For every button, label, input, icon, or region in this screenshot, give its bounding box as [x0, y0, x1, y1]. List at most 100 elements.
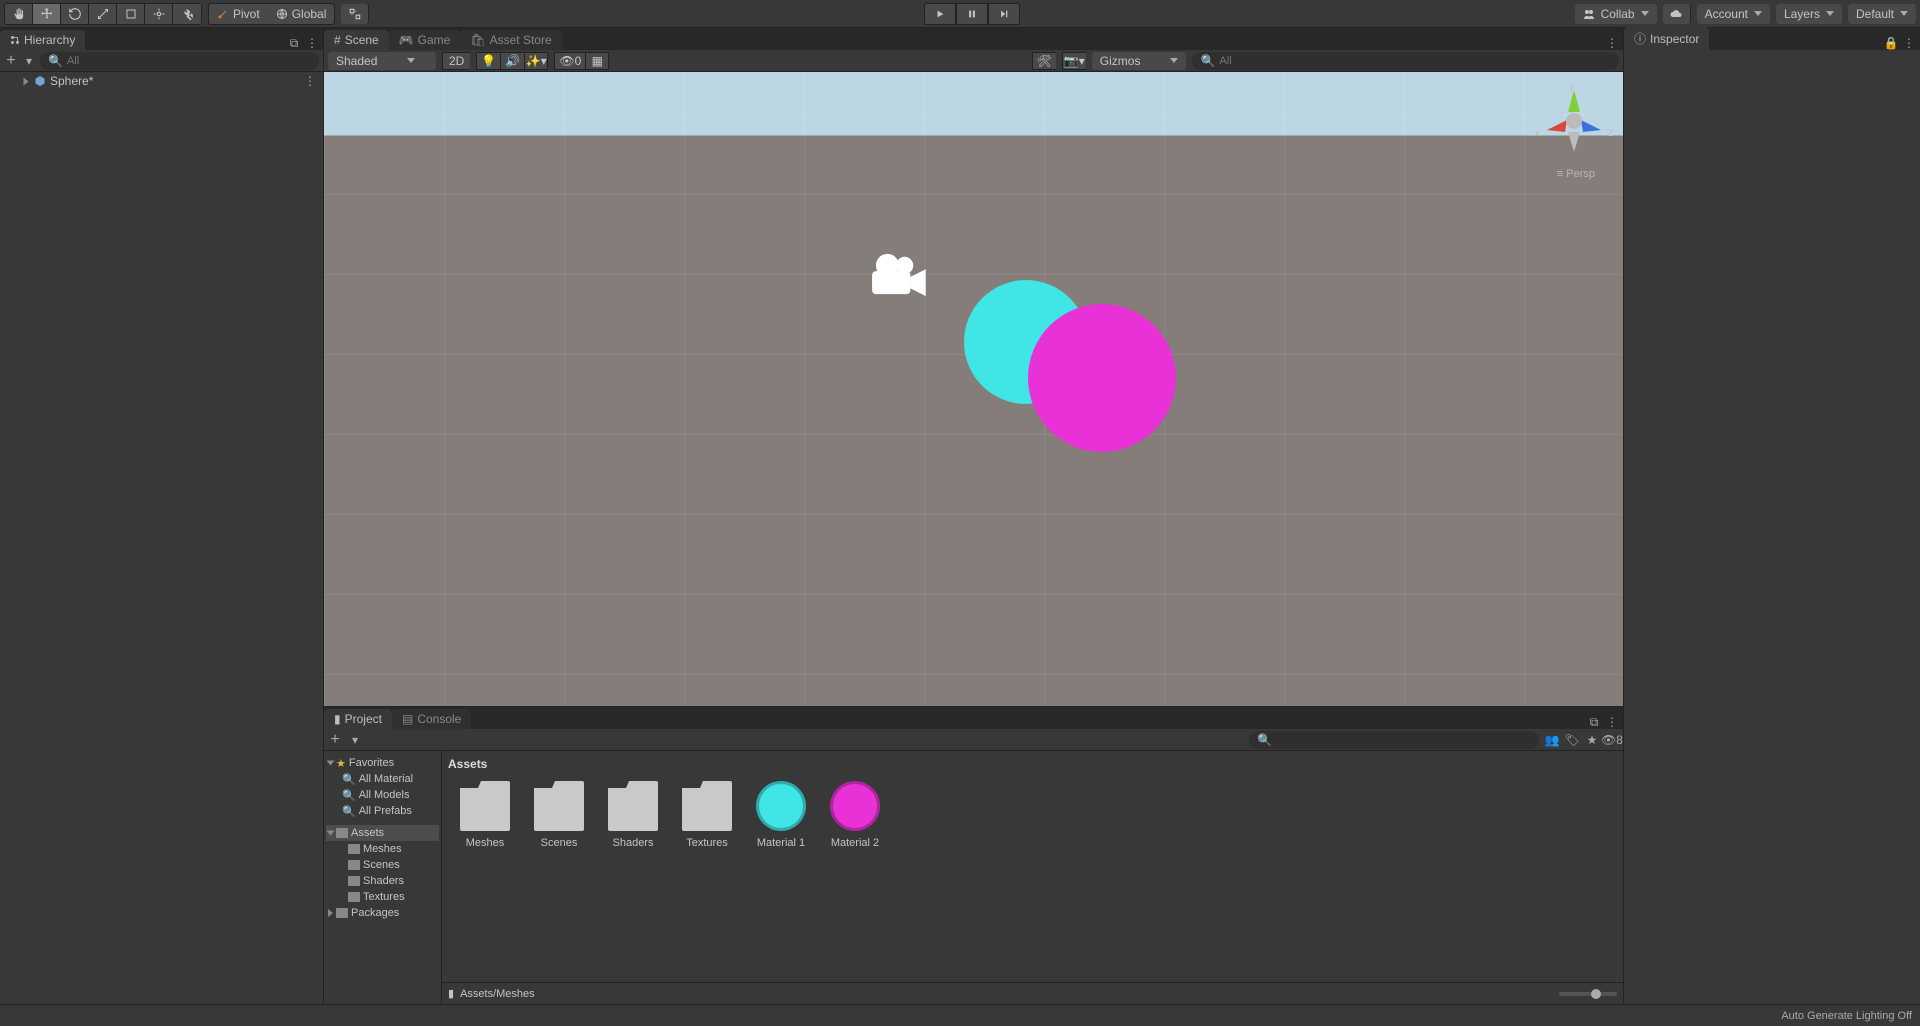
hierarchy-panel: Hierarchy ⧉ ⋮ + ▾ 🔍 Sphere* [0, 28, 324, 1004]
asset-item[interactable]: Meshes [460, 781, 510, 849]
tree-assets-shaders[interactable]: Shaders [326, 873, 439, 889]
scene-search[interactable]: 🔍 [1192, 52, 1619, 70]
rect-tool[interactable] [117, 4, 145, 24]
scene-viewport[interactable]: x y z ≡ Persp [324, 72, 1623, 706]
gizmos-dropdown[interactable]: Gizmos [1092, 52, 1187, 70]
toggle-2d[interactable]: 2D [442, 52, 470, 70]
hand-tool[interactable] [5, 4, 33, 24]
project-filter-type-icon[interactable]: 👥 [1545, 733, 1559, 747]
mode-2d-label: 2D [449, 54, 464, 68]
tab-scene[interactable]: # Scene [324, 30, 389, 50]
global-label: Global [292, 7, 327, 21]
layout-label: Default [1856, 7, 1894, 21]
tree-assets-textures[interactable]: Textures [326, 889, 439, 905]
asset-item[interactable]: Material 1 [756, 781, 806, 849]
hierarchy-search[interactable]: 🔍 [40, 52, 319, 70]
hidden-count: 0 [575, 54, 582, 68]
asset-item[interactable]: Textures [682, 781, 732, 849]
tree-assets[interactable]: Assets [326, 825, 439, 841]
project-search[interactable]: 🔍 [1249, 731, 1539, 749]
scene-hidden-toggle[interactable]: 👁0 [554, 52, 585, 70]
snap-toggle[interactable] [341, 4, 369, 24]
inspector-lock-icon[interactable]: 🔒 [1884, 36, 1898, 50]
folder-icon [336, 908, 348, 918]
custom-tool[interactable] [173, 4, 201, 24]
project-add-dropdown-icon[interactable]: ▾ [348, 733, 362, 747]
hierarchy-add-dropdown-icon[interactable]: ▾ [22, 54, 36, 68]
scene-audio-toggle[interactable]: 🔊 [500, 52, 524, 70]
scene-lighting-toggle[interactable]: 💡 [476, 52, 500, 70]
project-filter-label-icon[interactable]: 🏷 [1565, 733, 1579, 747]
play-button[interactable] [924, 3, 956, 25]
project-popout-icon[interactable]: ⧉ [1587, 715, 1601, 729]
project-search-input[interactable] [1272, 732, 1531, 747]
sphere-magenta[interactable] [1028, 304, 1176, 452]
pause-button[interactable] [956, 3, 988, 25]
asset-item[interactable]: Material 2 [830, 781, 880, 849]
camera-gizmo-icon[interactable] [866, 252, 928, 298]
hierarchy-search-input[interactable] [67, 55, 311, 67]
tab-game[interactable]: 🎮 Game [389, 30, 461, 50]
project-add-button[interactable]: + [328, 733, 342, 747]
hierarchy-item-menu-icon[interactable]: ⋮ [303, 74, 317, 88]
folder-icon [348, 892, 360, 902]
rotate-tool[interactable] [61, 4, 89, 24]
hierarchy-add-button[interactable]: + [4, 54, 18, 68]
project-footer-path: Assets/Meshes [460, 988, 535, 1000]
hierarchy-popout-icon[interactable]: ⧉ [287, 36, 301, 50]
tree-assets-meshes[interactable]: Meshes [326, 841, 439, 857]
pivot-toggle[interactable]: Pivot [209, 4, 268, 24]
axis-x-label: x [1535, 128, 1540, 139]
orientation-gizmo[interactable]: x y z [1539, 86, 1609, 156]
move-tool[interactable] [33, 4, 61, 24]
expand-arrow-icon[interactable] [24, 77, 29, 85]
scene-menu-icon[interactable]: ⋮ [1605, 36, 1619, 50]
scene-toolbar: Shaded 2D 💡 🔊 ✨▾ 👁0 ▦ 🛠 📷▾ Gizmos [324, 50, 1623, 72]
inspector-menu-icon[interactable]: ⋮ [1902, 36, 1916, 50]
scale-tool[interactable] [89, 4, 117, 24]
tab-console[interactable]: ▤ Console [392, 709, 471, 729]
projection-label[interactable]: ≡ Persp [1557, 168, 1595, 180]
tab-hierarchy[interactable]: Hierarchy [0, 30, 85, 50]
tree-fav-all-prefabs[interactable]: 🔍All Prefabs [326, 803, 439, 819]
cloud-button[interactable] [1663, 4, 1691, 24]
folder-icon [348, 844, 360, 854]
collab-icon [1583, 8, 1595, 20]
asset-label: Material 2 [831, 837, 879, 849]
scene-camera-settings[interactable]: 🛠 [1032, 52, 1056, 70]
project-hidden-toggle[interactable]: 👁8 [1605, 733, 1619, 747]
tree-fav-all-materials[interactable]: 🔍All Material [326, 771, 439, 787]
scene-search-input[interactable] [1219, 55, 1611, 67]
layers-dropdown[interactable]: Layers [1776, 4, 1842, 24]
tab-project[interactable]: ▮ Project [324, 709, 392, 729]
tree-assets-scenes[interactable]: Scenes [326, 857, 439, 873]
tree-packages[interactable]: Packages [326, 905, 439, 921]
tree-favorites[interactable]: ★Favorites [326, 755, 439, 771]
asset-item[interactable]: Shaders [608, 781, 658, 849]
project-thumbnail-slider[interactable] [1559, 992, 1617, 996]
hierarchy-menu-icon[interactable]: ⋮ [305, 36, 319, 50]
tab-inspector[interactable]: ⓘ Inspector [1624, 27, 1709, 50]
pivot-label: Pivot [233, 7, 260, 21]
shading-label: Shaded [336, 54, 377, 68]
hierarchy-item[interactable]: Sphere* ⋮ [0, 72, 323, 90]
asset-item[interactable]: Scenes [534, 781, 584, 849]
project-menu-icon[interactable]: ⋮ [1605, 715, 1619, 729]
scene-view-toggle[interactable]: 📷▾ [1062, 52, 1086, 70]
global-toggle[interactable]: Global [268, 4, 335, 24]
scene-grid-toggle[interactable]: ▦ [585, 52, 609, 70]
account-dropdown[interactable]: Account [1697, 4, 1770, 24]
layout-dropdown[interactable]: Default [1848, 4, 1916, 24]
game-icon: 🎮 [399, 33, 414, 47]
shading-dropdown[interactable]: Shaded [328, 52, 436, 70]
project-breadcrumb[interactable]: Assets [442, 751, 1623, 777]
tree-fav-all-models[interactable]: 🔍All Models [326, 787, 439, 803]
step-button[interactable] [988, 3, 1020, 25]
project-favorite-icon[interactable]: ★ [1585, 733, 1599, 747]
scene-fx-toggle[interactable]: ✨▾ [524, 52, 548, 70]
transform-combined-tool[interactable] [145, 4, 173, 24]
pivot-icon [217, 8, 229, 20]
search-icon: 🔍 [342, 805, 356, 818]
tab-asset-store[interactable]: 🛍 Asset Store [460, 30, 561, 50]
collab-dropdown[interactable]: Collab [1575, 4, 1657, 24]
